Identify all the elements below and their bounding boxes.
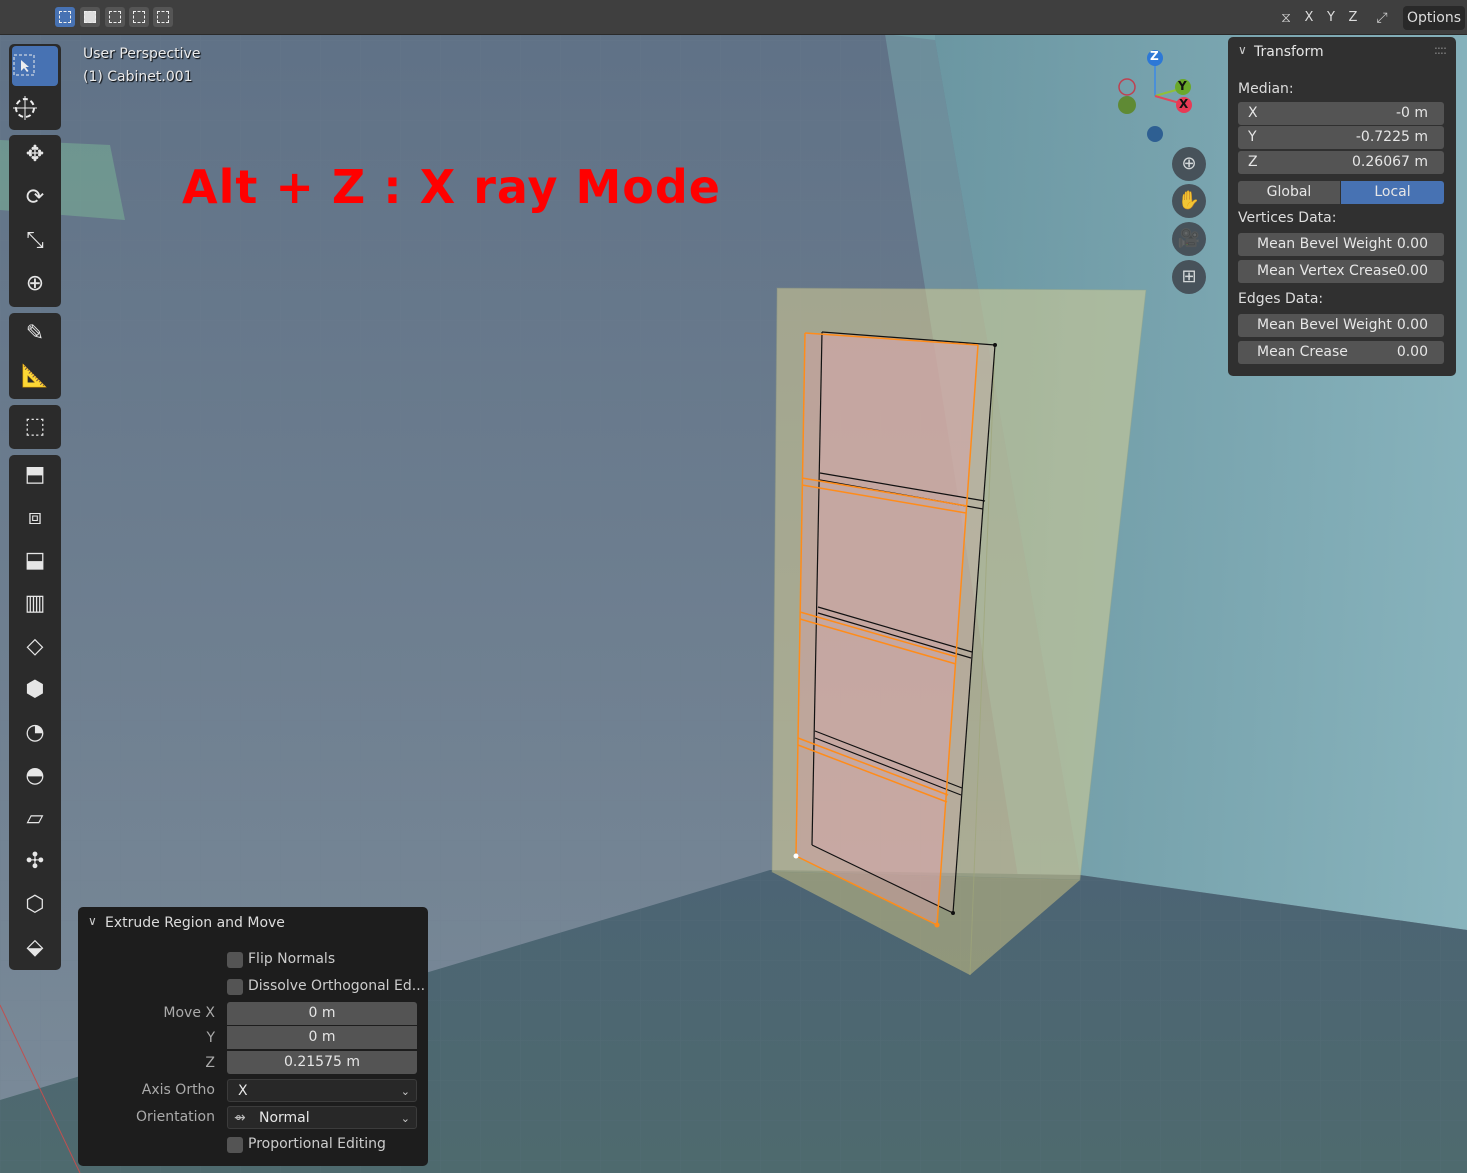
vertices-data-label: Vertices Data: xyxy=(1238,210,1337,226)
panel-collapse-icon[interactable]: ∨ xyxy=(1238,43,1247,57)
chevron-down-icon: ⌄ xyxy=(400,1112,410,1125)
select-box-tool[interactable] xyxy=(12,46,58,86)
move-z-label: Z xyxy=(205,1055,215,1071)
median-x-field[interactable]: X -0 m xyxy=(1238,102,1444,125)
toolbar-group-mesh: ⬒ ⧈ ⬓ ▥ ◇ ⬢ ◔ ◓ ▱ ✣ ⬡ ⬙ xyxy=(9,455,61,970)
view-name-label: User Perspective xyxy=(83,46,201,62)
local-toggle[interactable]: Local xyxy=(1341,181,1444,204)
median-y-field[interactable]: Y -0.7225 m xyxy=(1238,126,1444,149)
select-difference-mode-icon[interactable] xyxy=(129,7,149,27)
mirror-icon[interactable]: ⧖ xyxy=(1276,8,1296,28)
shrink-fatten-tool[interactable]: ✣ xyxy=(12,842,58,882)
dissolve-orthogonal-checkbox[interactable] xyxy=(227,979,243,995)
orientation-select[interactable]: ⇴ Normal ⌄ xyxy=(227,1106,417,1129)
shear-tool[interactable]: ⬡ xyxy=(12,885,58,925)
median-label: Median: xyxy=(1238,81,1294,97)
select-subtract-mode-icon[interactable] xyxy=(105,7,125,27)
viewport-header: ⧖ X Y Z ⤢ Options xyxy=(0,0,1467,35)
move-y-label: Y xyxy=(206,1030,215,1046)
move-z-field[interactable]: 0.21575 m xyxy=(227,1051,417,1074)
inset-faces-tool[interactable]: ⧈ xyxy=(12,498,58,538)
cursor-tool[interactable] xyxy=(12,88,58,128)
xray-caption: Alt + Z : X ray Mode xyxy=(182,160,722,214)
edge-slide-tool[interactable]: ▱ xyxy=(12,799,58,839)
scale-tool[interactable]: ⤡ xyxy=(12,221,58,261)
mean-vertex-crease-field[interactable]: Mean Vertex Crease 0.00 xyxy=(1238,260,1444,283)
select-box-mode-icon[interactable] xyxy=(55,7,75,27)
operator-title: Extrude Region and Move xyxy=(105,915,285,931)
proportional-editing-checkbox[interactable] xyxy=(227,1137,243,1153)
operator-collapse-icon[interactable]: ∨ xyxy=(88,914,97,928)
transform-tool[interactable]: ⊕ xyxy=(12,264,58,304)
axis-ortho-label: Axis Ortho xyxy=(141,1082,215,1098)
dissolve-orthogonal-label: Dissolve Orthogonal Ed... xyxy=(248,978,426,994)
add-cube-tool[interactable]: ⬚ xyxy=(12,407,58,447)
rotate-tool[interactable]: ⟳ xyxy=(12,178,58,218)
move-x-field[interactable]: 0 m xyxy=(227,1002,417,1025)
proportional-editing-label: Proportional Editing xyxy=(248,1136,386,1152)
select-extend-mode-icon[interactable] xyxy=(80,7,100,27)
gizmo-y-label: Y xyxy=(1178,79,1187,93)
toolbar-group-transform: ✥ ⟳ ⤡ ⊕ xyxy=(9,135,61,307)
toolbar-group-annotate: ✎ 📐 xyxy=(9,313,61,399)
edge-mean-bevel-weight-field[interactable]: Mean Bevel Weight 0.00 xyxy=(1238,314,1444,337)
flip-normals-label: Flip Normals xyxy=(248,951,336,967)
move-y-field[interactable]: 0 m xyxy=(227,1026,417,1049)
mean-crease-field[interactable]: Mean Crease 0.00 xyxy=(1238,341,1444,364)
orientation-icon: ⇴ xyxy=(234,1110,246,1126)
measure-tool[interactable]: 📐 xyxy=(12,357,58,397)
select-cursor-icon xyxy=(13,54,35,76)
orientation-label: Orientation xyxy=(135,1109,215,1125)
rip-region-tool[interactable]: ⬙ xyxy=(12,928,58,968)
edges-data-label: Edges Data: xyxy=(1238,291,1324,307)
toolbar-group-select xyxy=(9,44,61,130)
smooth-tool[interactable]: ◓ xyxy=(12,756,58,796)
transform-panel: ∨ Transform :::: Median: X -0 m Y -0.7225 … xyxy=(1228,37,1456,376)
extrude-region-tool[interactable]: ⬒ xyxy=(12,455,58,495)
chevron-down-icon: ⌄ xyxy=(400,1085,410,1098)
flip-normals-checkbox[interactable] xyxy=(227,952,243,968)
object-name-label: (1) Cabinet.001 xyxy=(83,69,193,85)
annotate-tool[interactable]: ✎ xyxy=(12,314,58,354)
3d-viewport[interactable]: ⧖ X Y Z ⤢ Options User Perspective (1) C… xyxy=(0,0,1467,1173)
toolbar-group-add: ⬚ xyxy=(9,405,61,449)
camera-view-icon[interactable]: 🎥 xyxy=(1172,222,1206,256)
panel-title: Transform xyxy=(1254,44,1324,60)
options-button[interactable]: Options xyxy=(1403,6,1465,30)
drag-grip-icon[interactable]: :::: xyxy=(1434,43,1447,57)
auto-merge-icon[interactable]: ⤢ xyxy=(1372,8,1392,28)
mirror-x-button[interactable]: X xyxy=(1299,8,1319,28)
pan-hand-icon[interactable]: ✋ xyxy=(1172,184,1206,218)
loop-cut-tool[interactable]: ▥ xyxy=(12,584,58,624)
global-toggle[interactable]: Global xyxy=(1238,181,1340,204)
zoom-icon[interactable]: ⊕ xyxy=(1172,147,1206,181)
median-z-field[interactable]: Z 0.26067 m xyxy=(1238,151,1444,174)
move-tool[interactable]: ✥ xyxy=(12,135,58,175)
select-intersect-mode-icon[interactable] xyxy=(153,7,173,27)
axis-ortho-select[interactable]: X ⌄ xyxy=(227,1079,417,1102)
perspective-grid-icon[interactable]: ⊞ xyxy=(1172,260,1206,294)
gizmo-z-label: Z xyxy=(1150,49,1159,63)
mirror-y-button[interactable]: Y xyxy=(1321,8,1341,28)
crosshair-icon xyxy=(13,96,37,120)
knife-tool[interactable]: ◇ xyxy=(12,627,58,667)
bevel-tool[interactable]: ⬓ xyxy=(12,541,58,581)
extrude-operator-panel: ∨ Extrude Region and Move Flip Normals D… xyxy=(78,907,428,1166)
gizmo-x-label: X xyxy=(1179,97,1189,111)
vertex-mean-bevel-weight-field[interactable]: Mean Bevel Weight 0.00 xyxy=(1238,233,1444,256)
move-x-label: Move X xyxy=(163,1005,215,1021)
mirror-z-button[interactable]: Z xyxy=(1343,8,1363,28)
spin-tool[interactable]: ◔ xyxy=(12,713,58,753)
poly-build-tool[interactable]: ⬢ xyxy=(12,670,58,710)
